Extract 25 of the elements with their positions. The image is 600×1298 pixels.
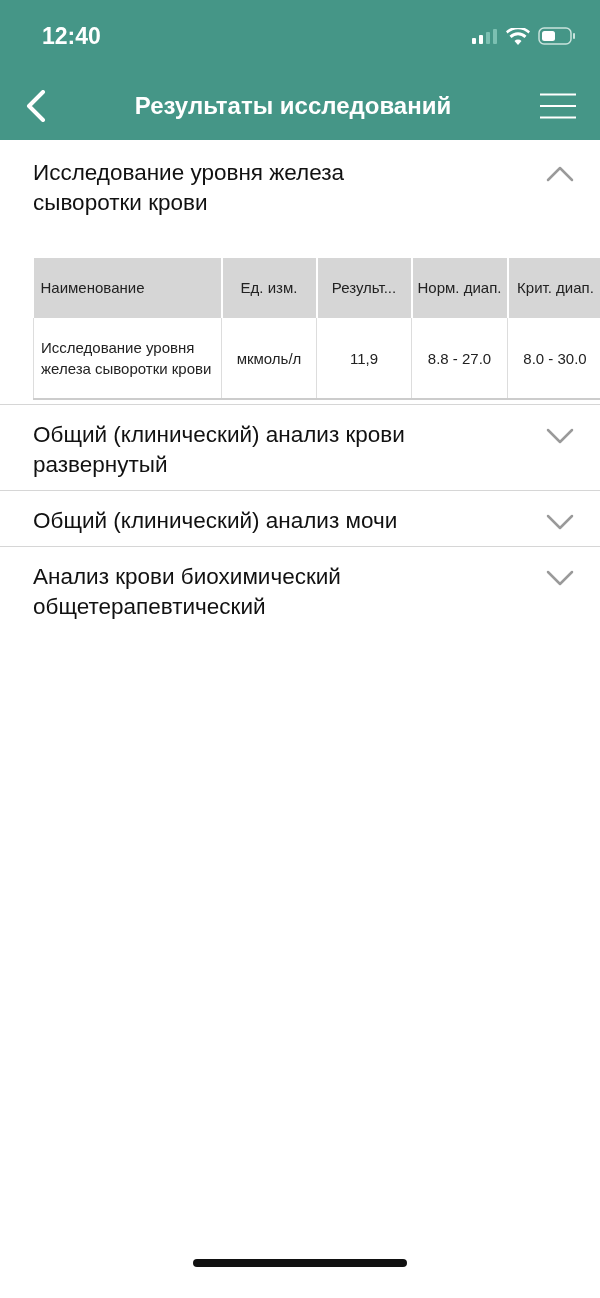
table-cell: 11,9 xyxy=(316,318,412,399)
section-title[interactable]: Анализ крови биохимический общетерапевтический xyxy=(33,562,453,622)
column-header: Ед. изм. xyxy=(221,258,317,318)
signal-icon xyxy=(472,28,498,44)
section-title[interactable]: Исследование уровня железа сыворотки крови xyxy=(33,158,453,218)
table-cell: 8.8 - 27.0 xyxy=(411,318,508,399)
chevron-up-icon[interactable] xyxy=(546,166,574,182)
chevron-down-icon[interactable] xyxy=(546,570,574,586)
column-header: Наименование xyxy=(33,258,222,318)
wifi-icon xyxy=(506,27,530,45)
battery-icon xyxy=(538,27,576,45)
table-cell: Исследование уровня железа сыворотки крови xyxy=(33,318,222,399)
status-time: 12:40 xyxy=(42,22,101,50)
screen-title: Результаты исследований xyxy=(133,92,453,120)
table-cell: 8.0 - 30.0 xyxy=(507,318,600,399)
table-cell: мкмоль/л xyxy=(221,318,317,399)
section-title[interactable]: Общий (клинический) анализ мочи xyxy=(33,506,398,536)
column-header: Крит. диап. xyxy=(507,258,600,318)
chevron-down-icon[interactable] xyxy=(546,428,574,444)
chevron-down-icon[interactable] xyxy=(546,514,574,530)
back-icon[interactable] xyxy=(26,90,46,122)
column-header: Результ... xyxy=(316,258,412,318)
section-title[interactable]: Общий (клинический) анализ крови развернутый xyxy=(33,420,453,480)
menu-icon[interactable] xyxy=(540,93,576,119)
column-header: Норм. диап. xyxy=(411,258,508,318)
